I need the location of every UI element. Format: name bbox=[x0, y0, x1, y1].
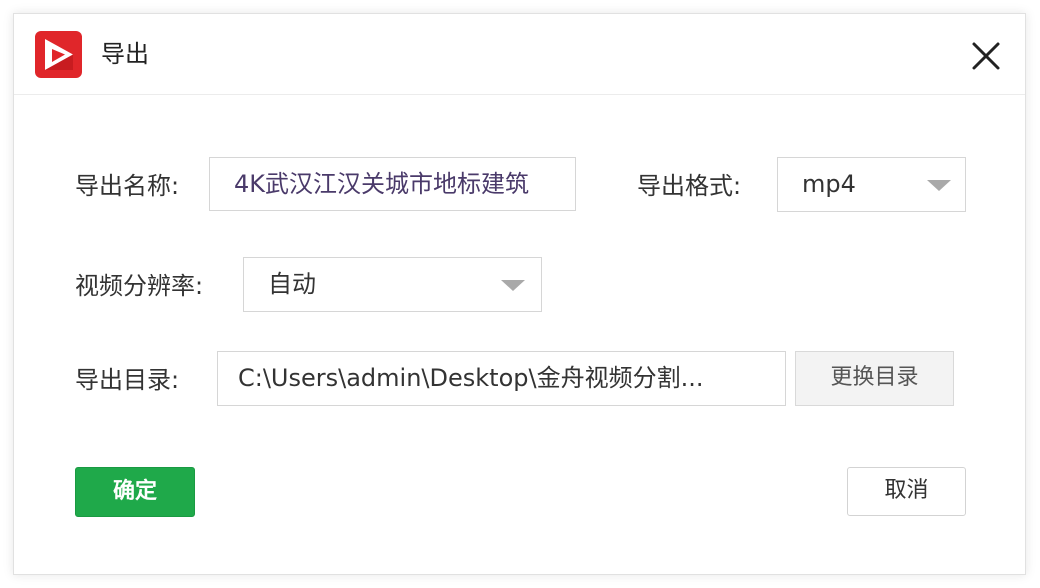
export-format-select[interactable]: mp4 bbox=[777, 157, 966, 212]
app-logo-icon bbox=[35, 31, 82, 78]
resolution-label: 视频分辨率: bbox=[75, 272, 204, 300]
chevron-down-icon bbox=[927, 180, 951, 191]
export-name-input[interactable]: 4K武汉江汉关城市地标建筑 bbox=[209, 157, 576, 211]
export-directory-input[interactable]: C:\Users\admin\Desktop\金舟视频分割... bbox=[217, 351, 786, 406]
resolution-select[interactable]: 自动 bbox=[243, 257, 542, 312]
export-format-label: 导出格式: bbox=[637, 172, 742, 200]
export-dialog: 导出 导出名称: 4K武汉江汉关城市地标建筑 导出格式: mp4 视频分辨率: … bbox=[13, 13, 1026, 575]
change-directory-button[interactable]: 更换目录 bbox=[795, 351, 954, 406]
export-format-value: mp4 bbox=[802, 170, 856, 198]
ok-button[interactable]: 确定 bbox=[75, 467, 195, 517]
resolution-value: 自动 bbox=[268, 270, 316, 298]
title-bar: 导出 bbox=[14, 14, 1025, 95]
export-name-label: 导出名称: bbox=[75, 172, 180, 200]
chevron-down-icon bbox=[501, 280, 525, 291]
export-directory-label: 导出目录: bbox=[75, 366, 180, 394]
dialog-title: 导出 bbox=[101, 40, 149, 68]
close-icon[interactable] bbox=[966, 36, 1006, 76]
cancel-button[interactable]: 取消 bbox=[847, 467, 966, 516]
